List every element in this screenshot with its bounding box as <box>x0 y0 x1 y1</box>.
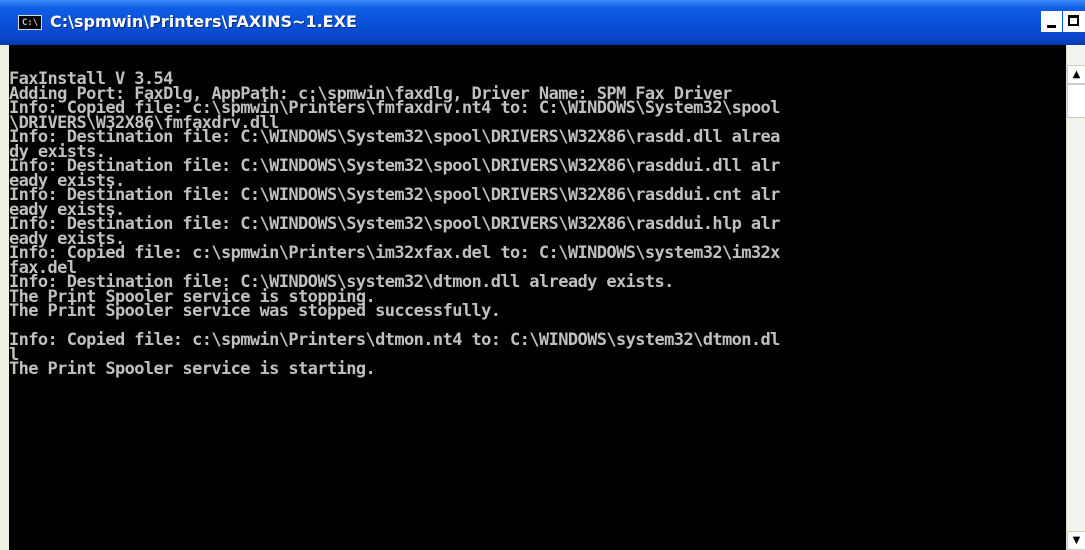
console-line: The Print Spooler service is starting. <box>9 359 376 379</box>
scroll-thumb[interactable] <box>1067 84 1085 118</box>
console-window: C:\ C:\spmwin\Printers\FAXINS~1.EXE FaxI… <box>0 0 1085 550</box>
console-line: Info: Destination file: C:\WINDOWS\Syste… <box>9 156 780 176</box>
scroll-up-arrow-icon[interactable]: ▲ <box>1067 65 1085 84</box>
minimize-icon <box>1047 25 1056 28</box>
maximize-icon <box>1068 15 1079 26</box>
console-line: Info: Destination file: C:\WINDOWS\Syste… <box>9 185 780 205</box>
console-line: Info: Copied file: c:\spmwin\Printers\im… <box>9 243 780 263</box>
window-title: C:\spmwin\Printers\FAXINS~1.EXE <box>50 12 357 31</box>
console-line: Info: Destination file: C:\WINDOWS\Syste… <box>9 127 780 147</box>
window-frame-left <box>0 45 9 550</box>
maximize-button[interactable] <box>1063 11 1084 32</box>
title-bar[interactable]: C:\ C:\spmwin\Printers\FAXINS~1.EXE <box>0 0 1085 45</box>
console-app-icon[interactable]: C:\ <box>18 15 42 30</box>
console-output[interactable]: FaxInstall V 3.54 Adding Port: FaxDlg, Ap… <box>9 45 1065 550</box>
console-line: Info: Destination file: C:\WINDOWS\Syste… <box>9 214 780 234</box>
vertical-scrollbar[interactable]: ▲ ▼ <box>1066 45 1085 550</box>
console-line: The Print Spooler service was stopped su… <box>9 301 501 321</box>
scroll-down-arrow-icon[interactable]: ▼ <box>1067 531 1085 550</box>
console-line: Info: Copied file: c:\spmwin\Printers\dt… <box>9 330 780 350</box>
minimize-button[interactable] <box>1041 11 1062 32</box>
